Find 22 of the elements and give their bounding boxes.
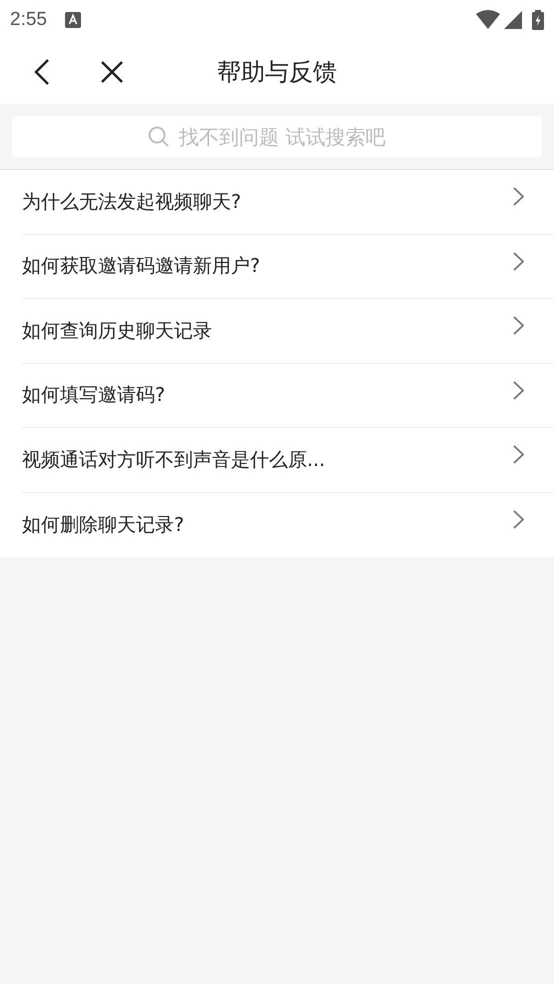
- question-item[interactable]: 如何填写邀请码?: [22, 364, 554, 428]
- wifi-icon: [476, 10, 500, 30]
- chevron-right-icon: [513, 380, 524, 400]
- status-time: 2:55: [10, 8, 47, 32]
- search-field[interactable]: 找不到问题 试试搜索吧: [12, 116, 542, 157]
- signal-icon: [504, 11, 522, 29]
- question-item[interactable]: 如何删除聊天记录?: [22, 492, 554, 557]
- chevron-right-icon: [513, 445, 524, 464]
- back-icon: [34, 58, 50, 86]
- battery-icon: [532, 10, 544, 30]
- chevron-right-icon: [513, 510, 524, 530]
- question-item[interactable]: 为什么无法发起视频聊天?: [22, 170, 554, 234]
- keyboard-icon: [64, 12, 81, 28]
- chevron-right-icon: [513, 187, 524, 206]
- close-icon: [100, 60, 124, 84]
- search-icon: [148, 126, 170, 148]
- question-item[interactable]: 如何获取邀请码邀请新用户?: [22, 234, 554, 299]
- chevron-right-icon: [513, 316, 524, 336]
- question-item[interactable]: 如何查询历史聊天记录: [22, 299, 554, 364]
- question-item[interactable]: 视频通话对方听不到声音是什么原...: [22, 428, 554, 492]
- chevron-right-icon: [513, 252, 524, 271]
- page-title: 帮助与反馈: [217, 57, 337, 88]
